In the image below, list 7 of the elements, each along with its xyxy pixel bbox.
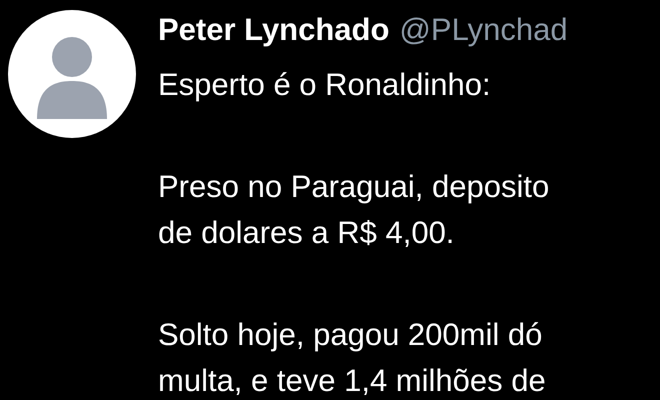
author-handle[interactable]: @PLynchad [399,10,568,50]
tweet-text-line: multa, e teve 1,4 milhões de [158,362,547,400]
tweet-text-line: de dolares a R$ 4,00. [158,214,456,252]
tweet-text-line: Preso no Paraguai, deposito [158,168,550,206]
tweet-text-line: Esperto é o Ronaldinho: [158,66,492,104]
author-name[interactable]: Peter Lynchado [158,10,390,50]
tweet-text-line: Solto hoje, pagou 200mil dó [158,316,544,354]
